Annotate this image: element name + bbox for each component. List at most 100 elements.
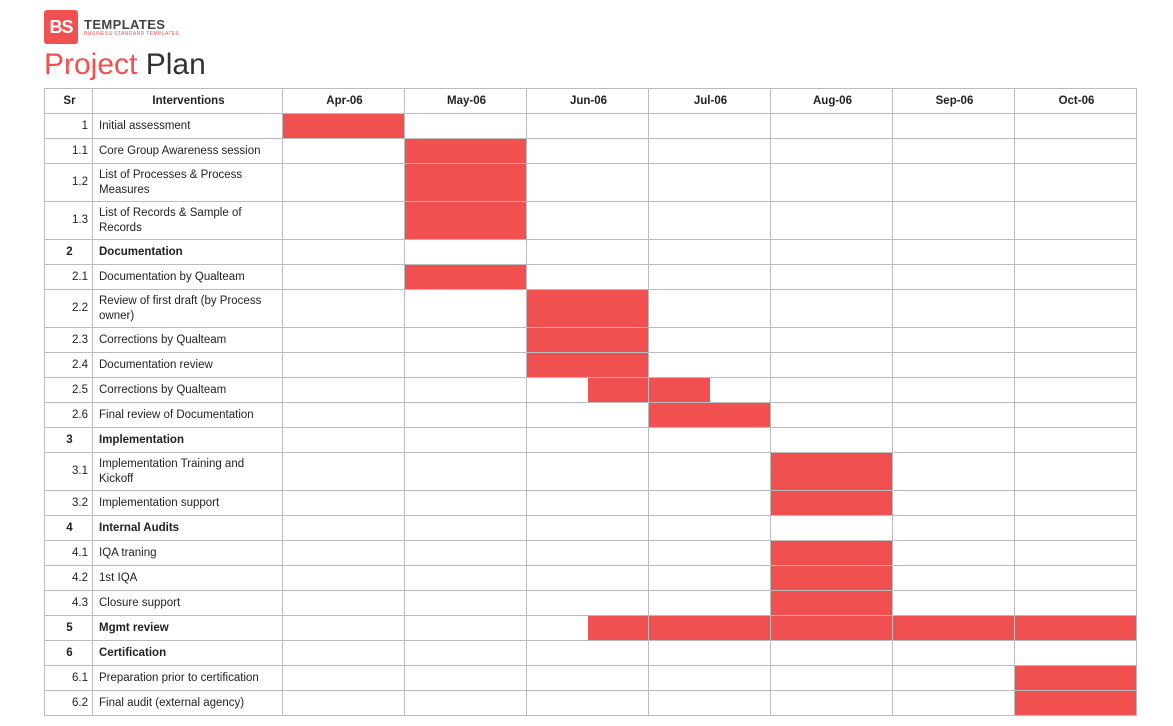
gantt-cell [527, 290, 649, 328]
cell-sr: 2.1 [45, 265, 93, 290]
gantt-cell [649, 114, 771, 139]
col-month-6: Oct-06 [1015, 89, 1137, 114]
gantt-cell [649, 666, 771, 691]
cell-desc: Implementation [93, 428, 283, 453]
gantt-cell [771, 378, 893, 403]
gantt-cell [771, 328, 893, 353]
page-title-accent: Project [44, 48, 137, 81]
gantt-cell [283, 240, 405, 265]
gantt-cell [527, 353, 649, 378]
table-row: 6.1Preparation prior to certification [45, 666, 1137, 691]
gantt-cell [771, 290, 893, 328]
gantt-cell [405, 265, 527, 290]
gantt-bar-icon [588, 378, 649, 402]
gantt-cell [1015, 566, 1137, 591]
gantt-bar-icon [527, 353, 648, 377]
gantt-cell [283, 566, 405, 591]
gantt-bar-icon [283, 114, 404, 138]
gantt-cell [771, 616, 893, 641]
gantt-cell [283, 453, 405, 491]
cell-sr: 2.2 [45, 290, 93, 328]
gantt-cell [283, 491, 405, 516]
table-row: 2Documentation [45, 240, 1137, 265]
gantt-cell [1015, 541, 1137, 566]
cell-sr: 2.6 [45, 403, 93, 428]
gantt-cell [649, 641, 771, 666]
gantt-cell [649, 290, 771, 328]
table-row: 2.4Documentation review [45, 353, 1137, 378]
gantt-cell [1015, 265, 1137, 290]
gantt-cell [527, 403, 649, 428]
gantt-cell [771, 691, 893, 716]
gantt-cell [405, 641, 527, 666]
table-header: Sr Interventions Apr-06 May-06 Jun-06 Ju… [45, 89, 1137, 114]
gantt-cell [527, 240, 649, 265]
cell-desc: Documentation review [93, 353, 283, 378]
gantt-cell [893, 666, 1015, 691]
table-row: 4Internal Audits [45, 516, 1137, 541]
gantt-cell [649, 541, 771, 566]
gantt-cell [649, 453, 771, 491]
gantt-cell [649, 328, 771, 353]
gantt-bar-icon [771, 491, 892, 515]
gantt-cell [1015, 428, 1137, 453]
gantt-cell [771, 666, 893, 691]
gantt-cell [527, 591, 649, 616]
gantt-cell [283, 139, 405, 164]
cell-desc: Implementation Training and Kickoff [93, 453, 283, 491]
cell-desc: Corrections by Qualteam [93, 378, 283, 403]
cell-sr: 4.3 [45, 591, 93, 616]
gantt-cell [893, 691, 1015, 716]
gantt-cell [405, 541, 527, 566]
cell-sr: 6 [45, 641, 93, 666]
gantt-bar-icon [405, 139, 526, 163]
cell-desc: Documentation by Qualteam [93, 265, 283, 290]
gantt-cell [1015, 691, 1137, 716]
gantt-cell [527, 164, 649, 202]
gantt-cell [405, 378, 527, 403]
brand-label-block: TEMPLATES BUSINESS STANDARD TEMPLATES [84, 17, 179, 37]
table-row: 3.1Implementation Training and Kickoff [45, 453, 1137, 491]
gantt-cell [527, 428, 649, 453]
gantt-bar-icon [649, 378, 710, 402]
gantt-cell [1015, 616, 1137, 641]
gantt-bar-icon [771, 616, 892, 640]
gantt-cell [893, 541, 1015, 566]
gantt-cell [405, 616, 527, 641]
gantt-cell [771, 541, 893, 566]
table-row: 6.2Final audit (external agency) [45, 691, 1137, 716]
gantt-cell [649, 378, 771, 403]
gantt-cell [1015, 164, 1137, 202]
cell-desc: Corrections by Qualteam [93, 328, 283, 353]
gantt-cell [283, 591, 405, 616]
gantt-cell [405, 566, 527, 591]
gantt-cell [893, 114, 1015, 139]
cell-desc: Implementation support [93, 491, 283, 516]
gantt-cell [405, 403, 527, 428]
gantt-cell [771, 164, 893, 202]
gantt-cell [405, 353, 527, 378]
gantt-bar-icon [588, 616, 649, 640]
gantt-cell [893, 164, 1015, 202]
gantt-cell [405, 491, 527, 516]
cell-sr: 4.2 [45, 566, 93, 591]
gantt-cell [405, 428, 527, 453]
cell-desc: List of Records & Sample of Records [93, 202, 283, 240]
gantt-cell [649, 566, 771, 591]
gantt-cell [771, 139, 893, 164]
table-row: 2.5Corrections by Qualteam [45, 378, 1137, 403]
project-plan-page: BS TEMPLATES BUSINESS STANDARD TEMPLATES… [0, 0, 1173, 726]
gantt-cell [893, 428, 1015, 453]
gantt-cell [1015, 516, 1137, 541]
gantt-cell [283, 541, 405, 566]
table-row: 2.2Review of first draft (by Process own… [45, 290, 1137, 328]
gantt-cell [283, 691, 405, 716]
gantt-cell [527, 566, 649, 591]
gantt-cell [893, 453, 1015, 491]
brand-logo-icon: BS [44, 10, 78, 44]
table-row: 2.3Corrections by Qualteam [45, 328, 1137, 353]
gantt-bar-icon [649, 403, 770, 427]
gantt-cell [649, 403, 771, 428]
gantt-cell [649, 516, 771, 541]
cell-desc: Final audit (external agency) [93, 691, 283, 716]
